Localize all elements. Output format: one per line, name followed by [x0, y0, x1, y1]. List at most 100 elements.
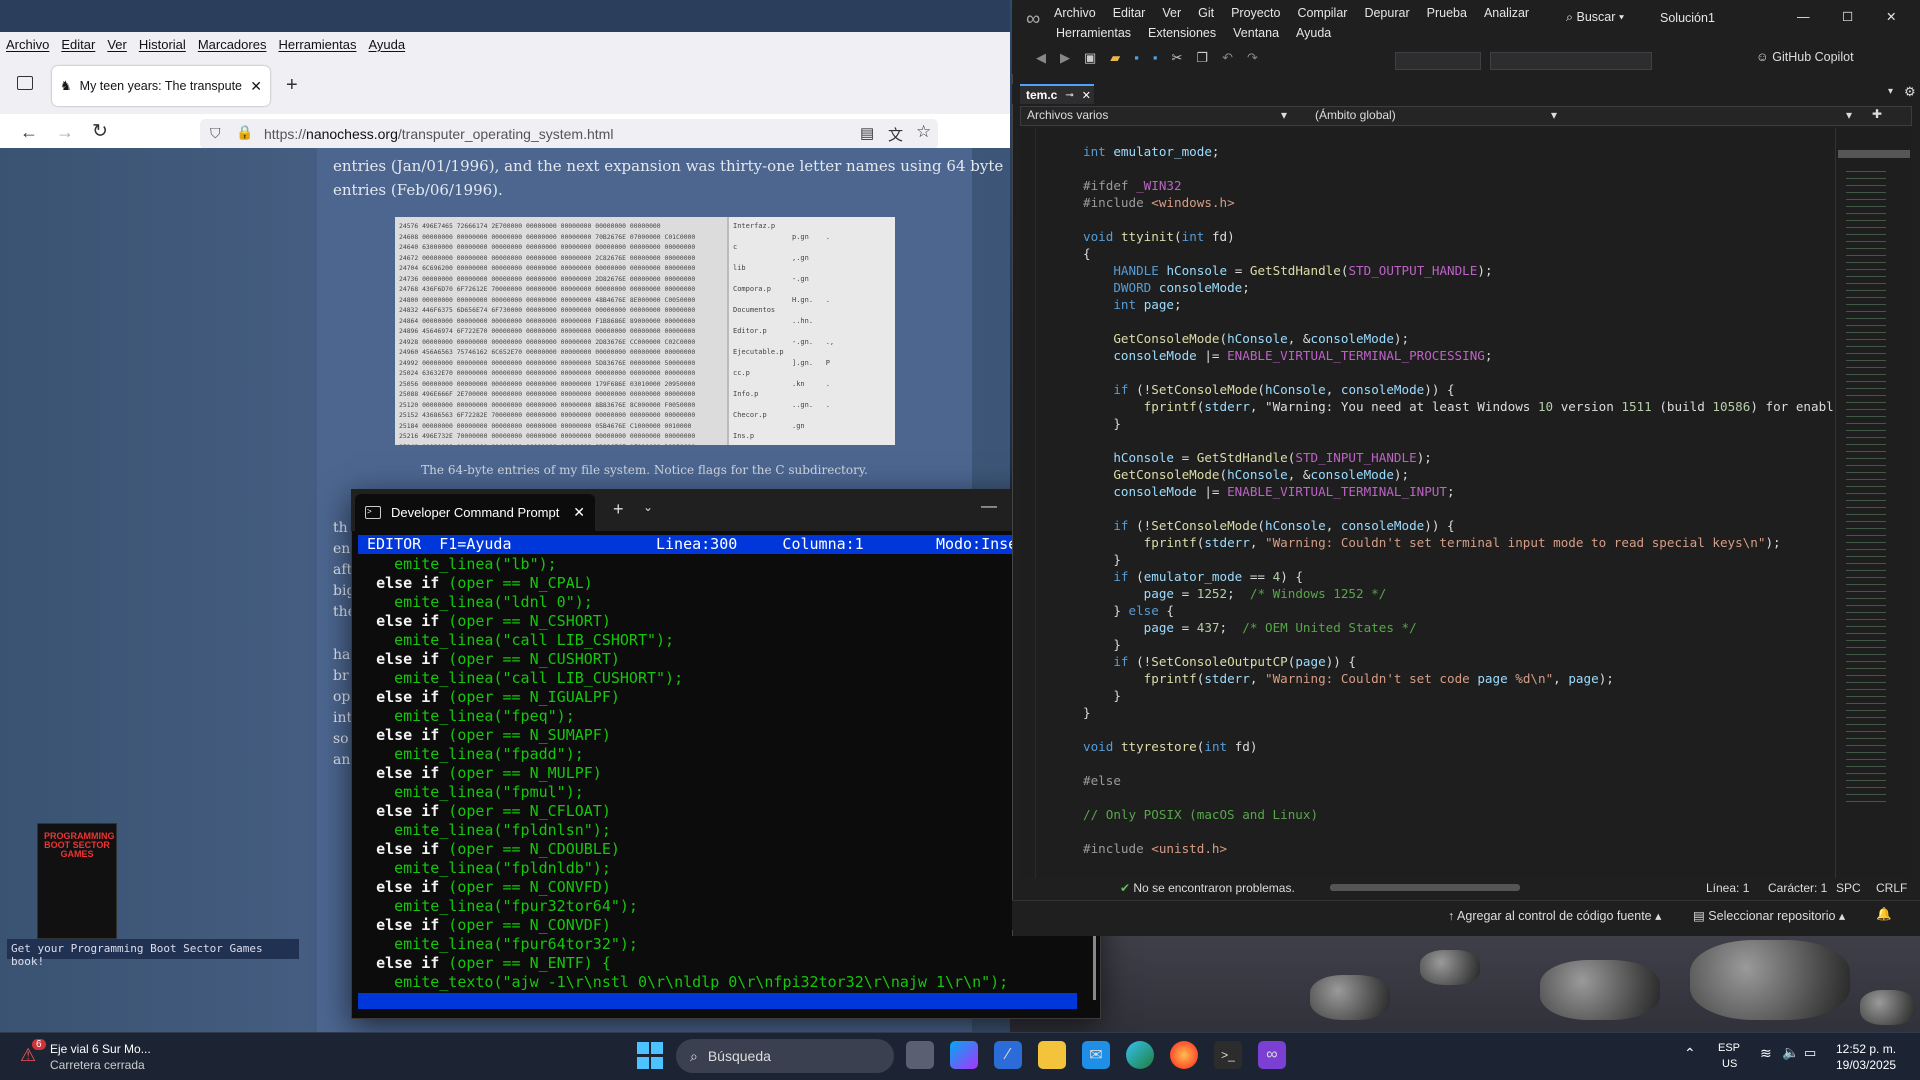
scope-dropdown[interactable]: (Ámbito global) ▾	[1311, 108, 1561, 124]
vs-menu-ver[interactable]: Ver	[1162, 6, 1181, 20]
taskbar-search[interactable]: ⌕ Búsqueda	[676, 1039, 894, 1073]
shield-icon[interactable]: ⛉	[210, 125, 221, 142]
pin-icon[interactable]: ⊸	[1065, 90, 1073, 101]
source-code[interactable]: int emulator_mode; #ifdef _WIN32 #include…	[1083, 143, 1834, 857]
settings-gear-icon[interactable]: ⚙	[1904, 84, 1916, 100]
menu-archivo[interactable]: Archivo	[6, 37, 49, 52]
terminal-tab[interactable]: > Developer Command Prompt ✕	[355, 494, 595, 531]
translate-icon[interactable]: 文	[888, 124, 903, 145]
close-tab-icon[interactable]: ✕	[573, 504, 585, 521]
volume-icon[interactable]: 🔈	[1782, 1044, 1799, 1061]
lock-icon[interactable]: 🔒	[236, 124, 253, 141]
minimize-icon[interactable]: —	[981, 498, 997, 516]
config-dropdown[interactable]	[1395, 52, 1481, 70]
vs-menu-prueba[interactable]: Prueba	[1427, 6, 1467, 20]
vs-menu-git[interactable]: Git	[1198, 6, 1214, 20]
menu-ayuda[interactable]: Ayuda	[368, 37, 405, 52]
reader-view-icon[interactable]: ▤	[860, 124, 874, 142]
start-windows-icon[interactable]	[636, 1041, 664, 1069]
wifi-icon[interactable]: ≋	[1760, 1045, 1772, 1062]
member-dropdown[interactable]: ▾	[1566, 108, 1856, 124]
terminal-editor-text[interactable]: emite_linea("lb"); else if (oper == N_CP…	[358, 555, 1088, 992]
lang-US[interactable]: US	[1722, 1058, 1737, 1070]
book-cover-image[interactable]: PROGRAMMING BOOT SECTOR GAMES	[37, 823, 117, 939]
open-icon[interactable]: ▰	[1110, 50, 1120, 66]
vs-menu-depurar[interactable]: Depurar	[1364, 6, 1409, 20]
cut-icon[interactable]: ✂	[1172, 50, 1183, 66]
undo-icon[interactable]: ↶	[1222, 50, 1233, 66]
split-editor-icon[interactable]: ✚	[1872, 107, 1882, 121]
horizontal-scrollbar[interactable]	[1330, 884, 1520, 891]
vs-menu-archivo[interactable]: Archivo	[1054, 6, 1096, 20]
vs-menu-ayuda[interactable]: Ayuda	[1296, 26, 1331, 40]
line-ending[interactable]: CRLF	[1876, 881, 1907, 895]
cursor-char[interactable]: Carácter: 1	[1768, 881, 1827, 895]
no-issues-indicator[interactable]: ✔ No se encontraron problemas.	[1120, 881, 1295, 895]
close-tab-icon[interactable]: ✕	[1082, 89, 1091, 102]
code-minimap[interactable]	[1835, 128, 1911, 878]
menu-marcadores[interactable]: Marcadores	[198, 37, 267, 52]
browser-tab-active[interactable]: ♞ My teen years: The transputer o ✕	[52, 66, 270, 106]
menu-historial[interactable]: Historial	[139, 37, 186, 52]
save-icon[interactable]: ▪	[1134, 50, 1139, 66]
vs-menu-editar[interactable]: Editar	[1113, 6, 1146, 20]
cursor-line[interactable]: Línea: 1	[1706, 881, 1749, 895]
github-copilot-button[interactable]: ☺ GitHub Copilot	[1756, 50, 1854, 64]
new-terminal-tab-button[interactable]: +	[613, 499, 624, 520]
edge-browser-icon[interactable]	[1126, 1041, 1154, 1069]
platform-dropdown[interactable]	[1490, 52, 1652, 70]
clock-date[interactable]: 19/03/2025	[1836, 1058, 1896, 1072]
reload-icon[interactable]: ↻	[92, 120, 108, 143]
copilot-app-icon[interactable]	[950, 1041, 978, 1069]
project-dropdown[interactable]: Archivos varios ▾	[1023, 108, 1291, 124]
vs-menu-compilar[interactable]: Compilar	[1297, 6, 1347, 20]
menu-ver[interactable]: Ver	[107, 37, 127, 52]
whitespace-mode[interactable]: SPC	[1836, 881, 1861, 895]
task-view-icon[interactable]	[906, 1041, 934, 1069]
visual-studio-code-app-icon[interactable]: ⁄	[994, 1041, 1022, 1069]
lang-ESP[interactable]: ESP	[1718, 1042, 1740, 1054]
terminal-app-icon[interactable]: >_	[1214, 1041, 1242, 1069]
minimize-icon[interactable]: —	[1797, 10, 1810, 24]
vs-menu-proyecto[interactable]: Proyecto	[1231, 6, 1280, 20]
tray-overflow-icon[interactable]: ⌃	[1684, 1045, 1696, 1062]
forward-arrow-icon[interactable]: →	[56, 122, 74, 143]
tabs-dropdown-icon[interactable]: ▾	[1888, 86, 1893, 97]
menu-editar[interactable]: Editar	[61, 37, 95, 52]
mail-icon[interactable]: ✉	[1082, 1041, 1110, 1069]
vs-menu-ventana[interactable]: Ventana	[1233, 26, 1279, 40]
widget-title[interactable]: Eje vial 6 Sur Mo...	[50, 1042, 151, 1056]
firefox-icon[interactable]	[1170, 1041, 1198, 1069]
redo-icon[interactable]: ↷	[1247, 50, 1258, 66]
back-arrow-icon[interactable]: ←	[20, 122, 38, 143]
save-all-icon[interactable]: ▪	[1153, 50, 1158, 66]
maximize-icon[interactable]: ☐	[1842, 9, 1853, 24]
notifications-bell-icon[interactable]: 🔔	[1876, 907, 1892, 922]
copy-icon[interactable]: ❐	[1196, 50, 1208, 66]
close-tab-icon[interactable]: ✕	[250, 78, 262, 95]
back-icon[interactable]: ◀	[1036, 50, 1046, 66]
new-tab-button[interactable]: +	[286, 74, 298, 97]
bookmark-star-icon[interactable]: ☆	[916, 122, 931, 142]
vs-menu-analizar[interactable]: Analizar	[1484, 6, 1529, 20]
terminal-icon: >	[365, 506, 381, 519]
clock-time[interactable]: 12:52 p. m.	[1836, 1042, 1896, 1056]
terminal-dropdown-icon[interactable]: ⌄	[643, 500, 653, 514]
vs-menu-herramientas[interactable]: Herramientas	[1056, 26, 1131, 40]
file-explorer-icon[interactable]	[1038, 1041, 1066, 1069]
new-project-icon[interactable]: ▣	[1084, 50, 1096, 66]
select-repository-button[interactable]: ▤ Seleccionar repositorio ▴	[1693, 908, 1845, 923]
minimap-viewport[interactable]	[1838, 150, 1910, 158]
visual-studio-app-icon[interactable]: ∞	[1258, 1041, 1286, 1069]
document-tab-tem-c[interactable]: tem.c ⊸ ✕	[1020, 84, 1094, 104]
vs-search-button[interactable]: ⌕ Buscar ▾	[1566, 10, 1624, 25]
menu-herramientas[interactable]: Herramientas	[278, 37, 356, 52]
book-promo-link[interactable]: Get your Programming Boot Sector Games b…	[7, 939, 299, 968]
add-to-source-control-button[interactable]: ↑ Agregar al control de código fuente ▴	[1448, 908, 1661, 923]
firefox-view-icon[interactable]	[17, 76, 33, 90]
battery-icon[interactable]: ▭	[1804, 1045, 1816, 1061]
url-bar[interactable]: ⛉ 🔒 https://nanochess.org/transputer_ope…	[200, 119, 938, 149]
close-icon[interactable]: ✕	[1886, 9, 1896, 24]
forward-icon[interactable]: ▶	[1060, 50, 1070, 66]
vs-menu-extensiones[interactable]: Extensiones	[1148, 26, 1216, 40]
